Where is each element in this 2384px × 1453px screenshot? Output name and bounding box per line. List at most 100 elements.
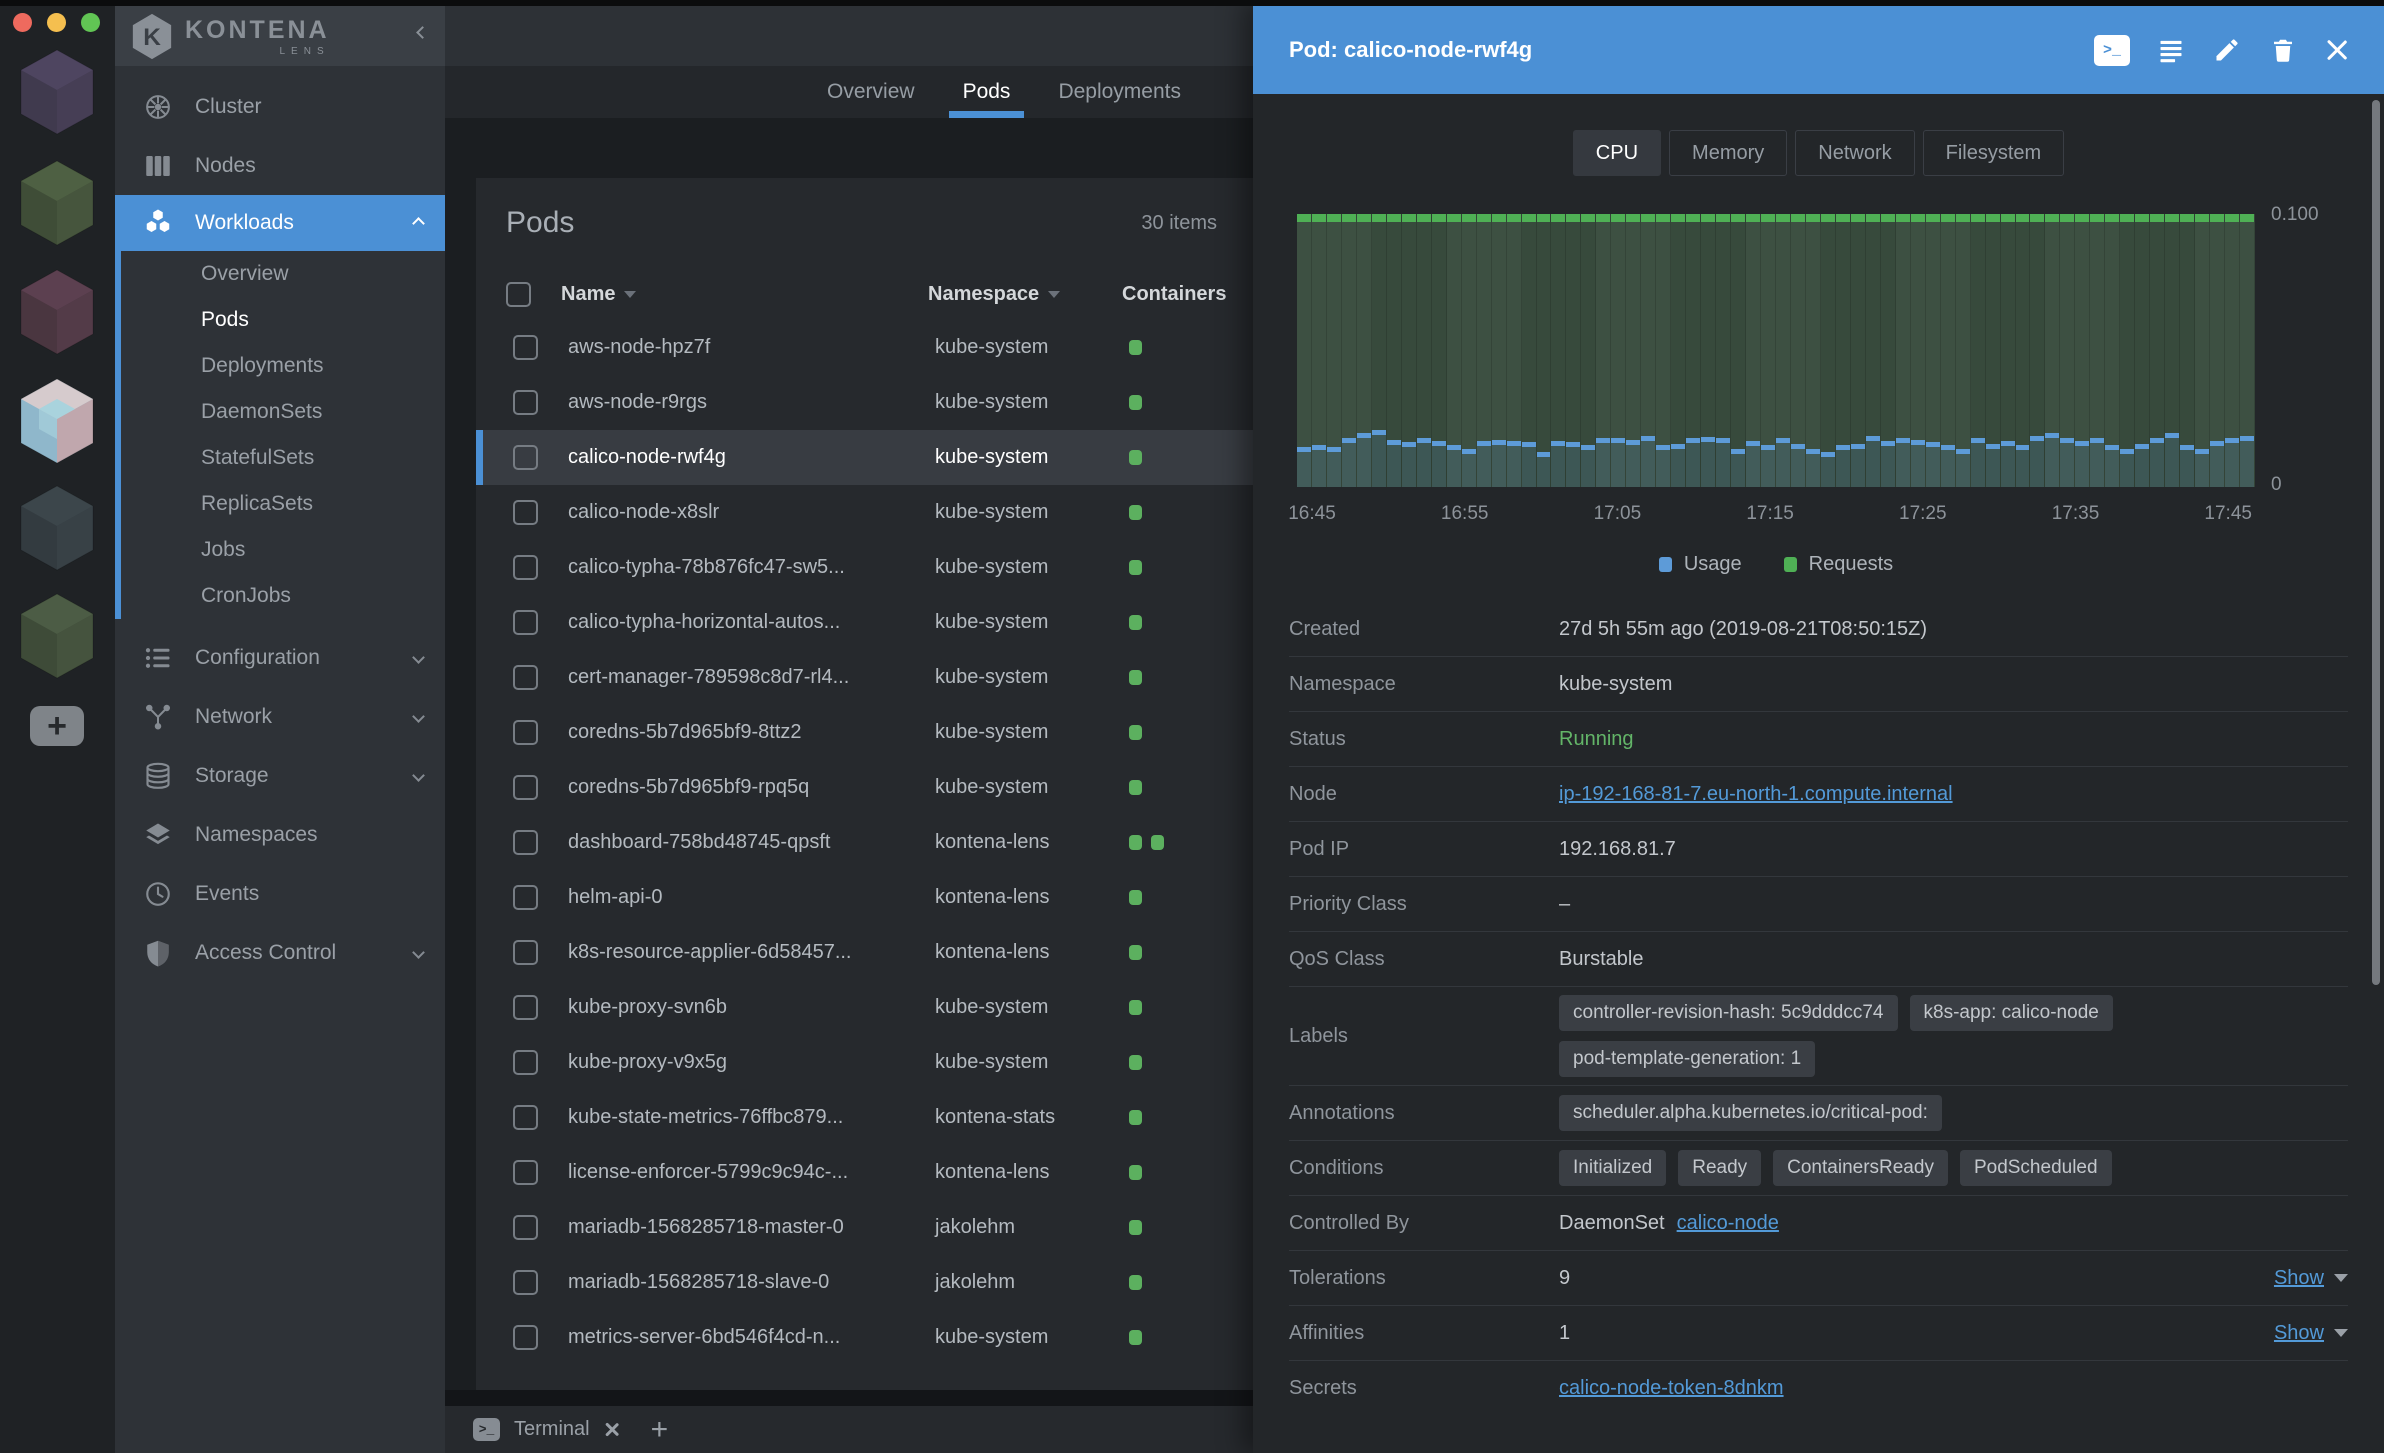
field-link[interactable]: calico-node-token-8dnkm xyxy=(1559,1377,1784,1400)
zoom-window-button[interactable] xyxy=(81,13,100,32)
sidebar-item-network[interactable]: Network xyxy=(115,687,445,746)
sidebar-item-events[interactable]: Events xyxy=(115,864,445,923)
table-row[interactable]: calico-node-rwf4gkube-system xyxy=(476,430,1253,485)
sidebar-subitem-daemonsets[interactable]: DaemonSets xyxy=(121,389,445,435)
table-row[interactable]: kube-state-metrics-76ffbc879...kontena-s… xyxy=(476,1090,1253,1145)
sidebar-subitem-cronjobs[interactable]: CronJobs xyxy=(121,573,445,619)
sidebar-subitem-statefulsets[interactable]: StatefulSets xyxy=(121,435,445,481)
pod-shell-icon[interactable]: >_ xyxy=(2094,35,2130,66)
field-link[interactable]: calico-node xyxy=(1677,1212,1779,1235)
row-checkbox[interactable] xyxy=(513,390,538,415)
cluster-icon[interactable] xyxy=(18,592,96,680)
table-row[interactable]: aws-node-hpz7fkube-system xyxy=(476,320,1253,375)
table-row[interactable]: mariadb-1568285718-master-0jakolehm xyxy=(476,1200,1253,1255)
sidebar-subitem-pods[interactable]: Pods xyxy=(121,297,445,343)
table-row[interactable]: calico-typha-78b876fc47-sw5...kube-syste… xyxy=(476,540,1253,595)
row-checkbox[interactable] xyxy=(513,1325,538,1350)
row-checkbox[interactable] xyxy=(513,1160,538,1185)
cluster-icon-selected[interactable] xyxy=(18,377,96,465)
row-checkbox[interactable] xyxy=(513,1050,538,1075)
pod-name: calico-typha-horizontal-autos... xyxy=(568,611,840,634)
legend-item-usage[interactable]: Usage xyxy=(1659,553,1742,576)
sidebar-subitem-overview[interactable]: Overview xyxy=(121,251,445,297)
cluster-icon[interactable] xyxy=(18,159,96,247)
show-link[interactable]: Show xyxy=(2274,1322,2324,1345)
row-checkbox[interactable] xyxy=(513,720,538,745)
field-value: kube-system xyxy=(1559,673,2348,696)
cluster-icon[interactable] xyxy=(18,268,96,356)
sidebar-subitem-jobs[interactable]: Jobs xyxy=(121,527,445,573)
tab-overview[interactable]: Overview xyxy=(803,66,939,118)
row-checkbox[interactable] xyxy=(513,665,538,690)
terminal-tab[interactable]: Terminal xyxy=(514,1418,590,1441)
row-checkbox[interactable] xyxy=(513,995,538,1020)
table-row[interactable]: mariadb-1568285718-slave-0jakolehm xyxy=(476,1255,1253,1310)
sidebar-item-configuration[interactable]: Configuration xyxy=(115,628,445,687)
sidebar-item-nodes[interactable]: Nodes xyxy=(115,136,445,195)
metric-tab-memory[interactable]: Memory xyxy=(1669,130,1787,176)
close-terminal-icon[interactable] xyxy=(604,1421,621,1438)
row-checkbox[interactable] xyxy=(513,555,538,580)
close-window-button[interactable] xyxy=(13,13,32,32)
metric-tab-network[interactable]: Network xyxy=(1795,130,1914,176)
table-row[interactable]: kube-proxy-v9x5gkube-system xyxy=(476,1035,1253,1090)
table-row[interactable]: helm-api-0kontena-lens xyxy=(476,870,1253,925)
row-checkbox[interactable] xyxy=(513,1215,538,1240)
sidebar-item-workloads[interactable]: Workloads xyxy=(115,195,445,251)
field-label: Affinities xyxy=(1289,1322,1559,1345)
row-checkbox[interactable] xyxy=(513,500,538,525)
table-row[interactable]: coredns-5b7d965bf9-8ttz2kube-system xyxy=(476,705,1253,760)
pod-logs-icon[interactable] xyxy=(2156,35,2186,65)
show-toggle[interactable]: Show xyxy=(2274,1322,2348,1345)
sidebar-item-access-control[interactable]: Access Control xyxy=(115,923,445,982)
show-link[interactable]: Show xyxy=(2274,1267,2324,1290)
cluster-icon[interactable] xyxy=(18,484,96,572)
row-checkbox[interactable] xyxy=(513,775,538,800)
sidebar-menu: ClusterNodesWorkloadsOverviewPodsDeploym… xyxy=(115,66,445,982)
sidebar-subitem-replicasets[interactable]: ReplicaSets xyxy=(121,481,445,527)
column-header-namespace[interactable]: Namespace xyxy=(928,283,1113,306)
minimize-window-button[interactable] xyxy=(47,13,66,32)
select-all-checkbox[interactable] xyxy=(506,282,531,307)
column-header-containers[interactable]: Containers xyxy=(1113,283,1253,306)
cluster-icon[interactable] xyxy=(18,48,96,136)
column-header-name[interactable]: Name xyxy=(531,283,928,306)
row-checkbox[interactable] xyxy=(513,1270,538,1295)
table-row[interactable]: cert-manager-789598c8d7-rl4...kube-syste… xyxy=(476,650,1253,705)
sidebar-collapse-button[interactable] xyxy=(418,24,427,42)
edit-pod-icon[interactable] xyxy=(2212,35,2242,65)
row-checkbox[interactable] xyxy=(513,1105,538,1130)
row-checkbox[interactable] xyxy=(513,610,538,635)
legend-item-requests[interactable]: Requests xyxy=(1784,553,1894,576)
row-checkbox[interactable] xyxy=(513,830,538,855)
requests-cap xyxy=(1387,214,1401,222)
tab-deployments[interactable]: Deployments xyxy=(1034,66,1205,118)
close-detail-icon[interactable] xyxy=(2324,37,2350,63)
row-checkbox[interactable] xyxy=(513,940,538,965)
sidebar-item-namespaces[interactable]: Namespaces xyxy=(115,805,445,864)
tab-pods[interactable]: Pods xyxy=(939,66,1035,118)
table-row[interactable]: license-enforcer-5799c9c94c-...kontena-l… xyxy=(476,1145,1253,1200)
add-cluster-button[interactable]: + xyxy=(30,706,84,746)
sidebar-subitem-deployments[interactable]: Deployments xyxy=(121,343,445,389)
metric-tab-cpu[interactable]: CPU xyxy=(1573,130,1661,176)
row-checkbox[interactable] xyxy=(513,885,538,910)
table-row[interactable]: calico-typha-horizontal-autos...kube-sys… xyxy=(476,595,1253,650)
row-checkbox[interactable] xyxy=(513,335,538,360)
metric-tab-filesystem[interactable]: Filesystem xyxy=(1923,130,2065,176)
sidebar-item-cluster[interactable]: Cluster xyxy=(115,77,445,136)
scrollbar-thumb[interactable] xyxy=(2372,100,2380,985)
show-toggle[interactable]: Show xyxy=(2274,1267,2348,1290)
sidebar-item-storage[interactable]: Storage xyxy=(115,746,445,805)
table-row[interactable]: dashboard-758bd48745-qpsftkontena-lens xyxy=(476,815,1253,870)
field-link[interactable]: ip-192-168-81-7.eu-north-1.compute.inter… xyxy=(1559,783,1953,806)
table-row[interactable]: k8s-resource-applier-6d58457...kontena-l… xyxy=(476,925,1253,980)
delete-pod-icon[interactable] xyxy=(2268,35,2298,65)
row-checkbox[interactable] xyxy=(513,445,538,470)
table-row[interactable]: calico-node-x8slrkube-system xyxy=(476,485,1253,540)
table-row[interactable]: metrics-server-6bd546f4cd-n...kube-syste… xyxy=(476,1310,1253,1365)
table-row[interactable]: aws-node-r9rgskube-system xyxy=(476,375,1253,430)
table-row[interactable]: kube-proxy-svn6bkube-system xyxy=(476,980,1253,1035)
table-row[interactable]: coredns-5b7d965bf9-rpq5qkube-system xyxy=(476,760,1253,815)
svg-text:K: K xyxy=(143,24,161,51)
